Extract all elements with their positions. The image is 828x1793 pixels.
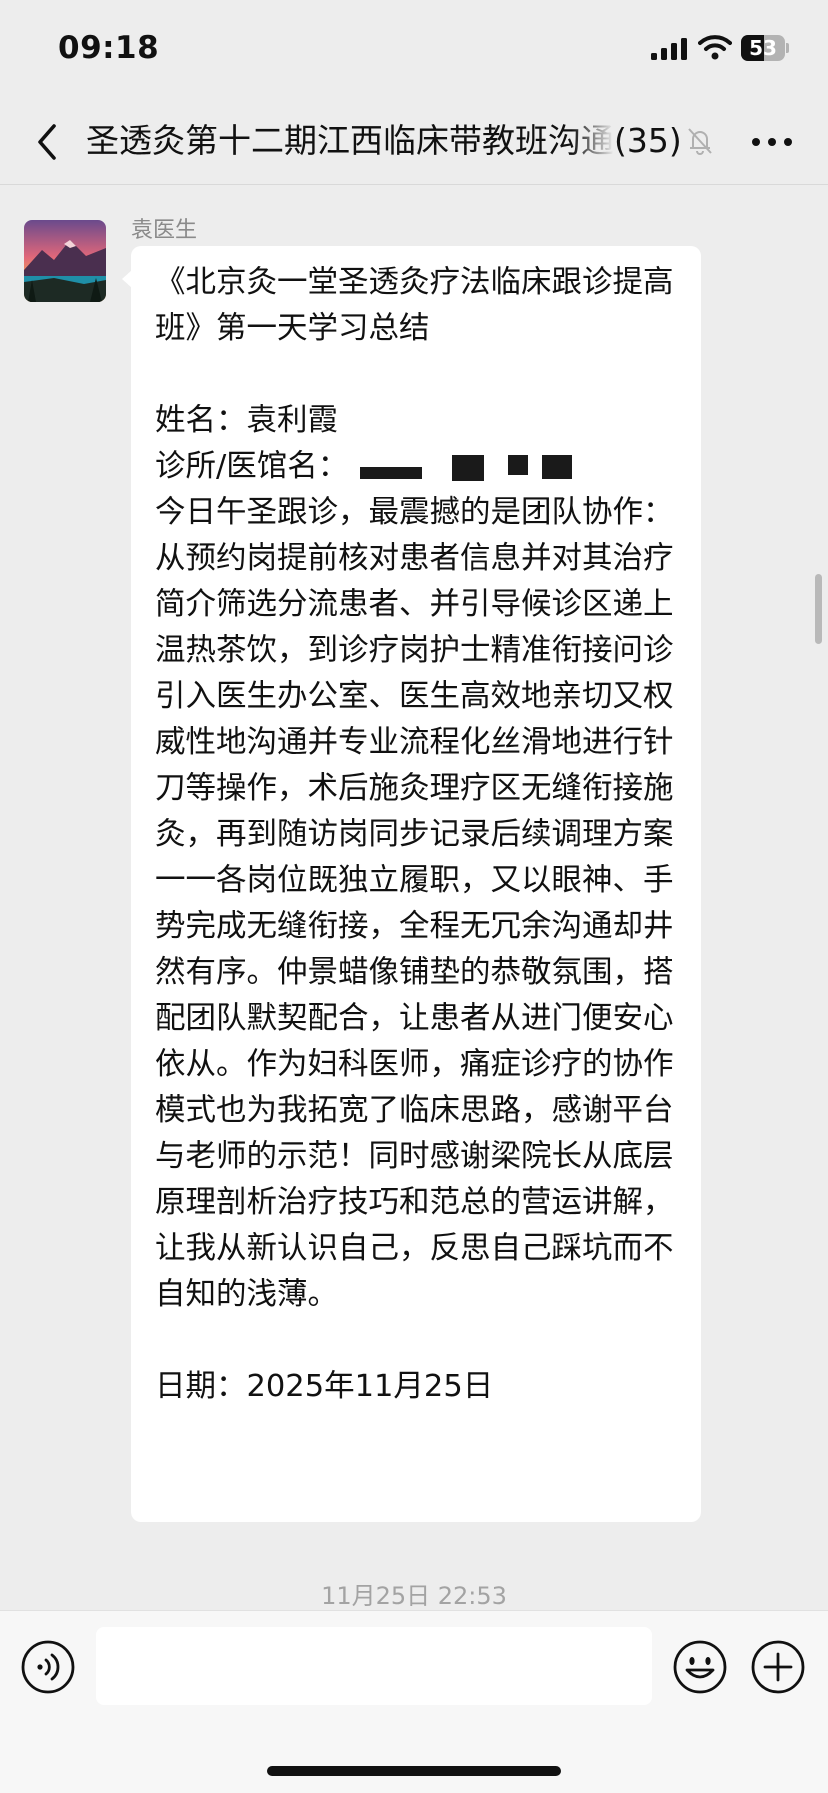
member-count: (35): [614, 121, 682, 160]
voice-icon[interactable]: [20, 1639, 76, 1695]
message-heading: 《北京灸一堂圣透灸疗法临床跟诊提高班》第一天学习总结: [155, 265, 674, 346]
emoji-icon[interactable]: [672, 1639, 728, 1695]
status-time: 09:18: [58, 30, 160, 66]
home-indicator[interactable]: [267, 1766, 561, 1776]
status-bar: 09:18 53: [0, 0, 828, 100]
sender-name: 袁医生: [131, 218, 198, 243]
battery-indicator: 53: [741, 35, 789, 61]
message-date-line: 日期：2025年11月25日: [155, 1369, 494, 1404]
wifi-icon: [698, 35, 732, 60]
redacted-clinic-name: [354, 453, 594, 483]
clinic-label: 诊所/医馆名：: [155, 449, 349, 484]
more-dots-icon[interactable]: [748, 126, 796, 158]
plus-icon[interactable]: [750, 1639, 806, 1695]
chevron-left-icon[interactable]: [26, 118, 70, 166]
message-body: 今日午圣跟诊，最震撼的是团队协作：从预约岗提前核对患者信息并对其治疗简介筛选分流…: [155, 495, 674, 1312]
avatar[interactable]: [24, 220, 106, 302]
message-clinic-line: 诊所/医馆名：: [155, 444, 683, 490]
chat-header: 圣透灸第十二期江西临床带教班沟通(35): [0, 100, 828, 185]
bell-muted-icon: [688, 128, 712, 155]
message-text: 《北京灸一堂圣透灸疗法临床跟诊提高班》第一天学习总结 姓名：袁利霞 诊所/医馆名…: [155, 260, 683, 1410]
group-name: 圣透灸第十二期江西临床带教班沟通: [86, 121, 614, 160]
battery-level: 53: [749, 36, 777, 60]
chat-title[interactable]: 圣透灸第十二期江西临床带教班沟通(35): [86, 116, 706, 166]
scroll-indicator[interactable]: [815, 574, 822, 644]
message-input[interactable]: [96, 1627, 652, 1705]
signal-icon: [651, 38, 687, 60]
message-name-line: 姓名：袁利霞: [155, 403, 338, 438]
message-bubble[interactable]: 《北京灸一堂圣透灸疗法临床跟诊提高班》第一天学习总结 姓名：袁利霞 诊所/医馆名…: [122, 246, 701, 1522]
message-timestamp: 11月25日 22:53: [321, 1582, 507, 1610]
